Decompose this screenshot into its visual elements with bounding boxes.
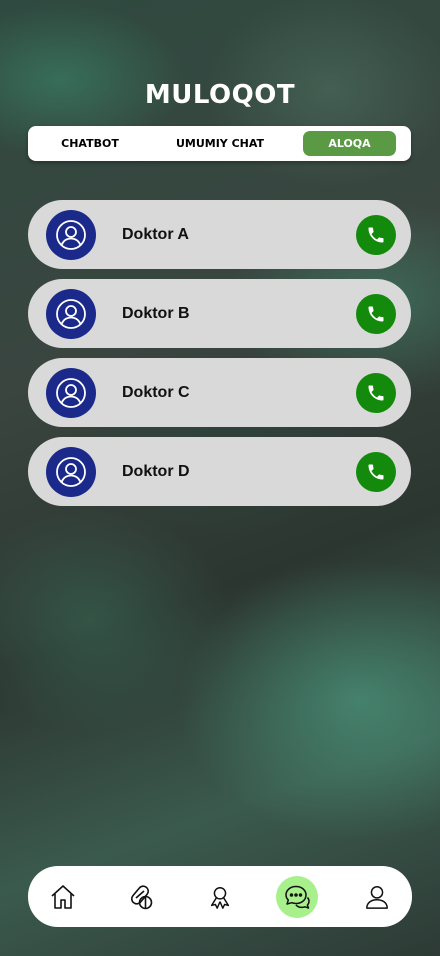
- contact-name: Doktor B: [122, 305, 190, 322]
- chat-icon: [285, 885, 310, 909]
- tab-aloqa[interactable]: ALOQA: [303, 131, 396, 156]
- phone-icon: [368, 385, 384, 401]
- call-button[interactable]: [356, 373, 396, 413]
- user-circle-icon: [46, 210, 96, 260]
- nav-chat[interactable]: [276, 876, 318, 918]
- bottom-nav: [28, 866, 412, 927]
- tab-chatbot[interactable]: CHATBOT: [28, 131, 152, 156]
- nav-medicine[interactable]: [120, 876, 162, 918]
- profile-icon: [366, 886, 388, 909]
- call-button[interactable]: [356, 452, 396, 492]
- call-button[interactable]: [356, 215, 396, 255]
- call-button[interactable]: [356, 294, 396, 334]
- phone-icon: [368, 306, 384, 322]
- user-circle-icon: [46, 368, 96, 418]
- contact-name: Doktor A: [122, 226, 189, 243]
- pills-icon: [130, 885, 153, 910]
- contact-item[interactable]: Doktor C: [28, 358, 411, 427]
- phone-icon: [368, 464, 384, 480]
- user-circle-icon: [46, 289, 96, 339]
- nav-profile[interactable]: [356, 876, 398, 918]
- home-icon: [51, 885, 75, 909]
- tab-bar: CHATBOT UMUMIY CHAT ALOQA: [28, 126, 411, 161]
- contact-item[interactable]: Doktor B: [28, 279, 411, 348]
- award-icon: [210, 886, 230, 909]
- contact-name: Doktor D: [122, 463, 190, 480]
- page-title: MULOQOT: [144, 80, 296, 110]
- nav-awards[interactable]: [199, 876, 241, 918]
- contact-item[interactable]: Doktor A: [28, 200, 411, 269]
- nav-home[interactable]: [42, 876, 84, 918]
- user-circle-icon: [46, 447, 96, 497]
- contact-item[interactable]: Doktor D: [28, 437, 411, 506]
- tab-umumiy-chat[interactable]: UMUMIY CHAT: [161, 131, 279, 156]
- contact-name: Doktor C: [122, 384, 190, 401]
- phone-icon: [368, 227, 384, 243]
